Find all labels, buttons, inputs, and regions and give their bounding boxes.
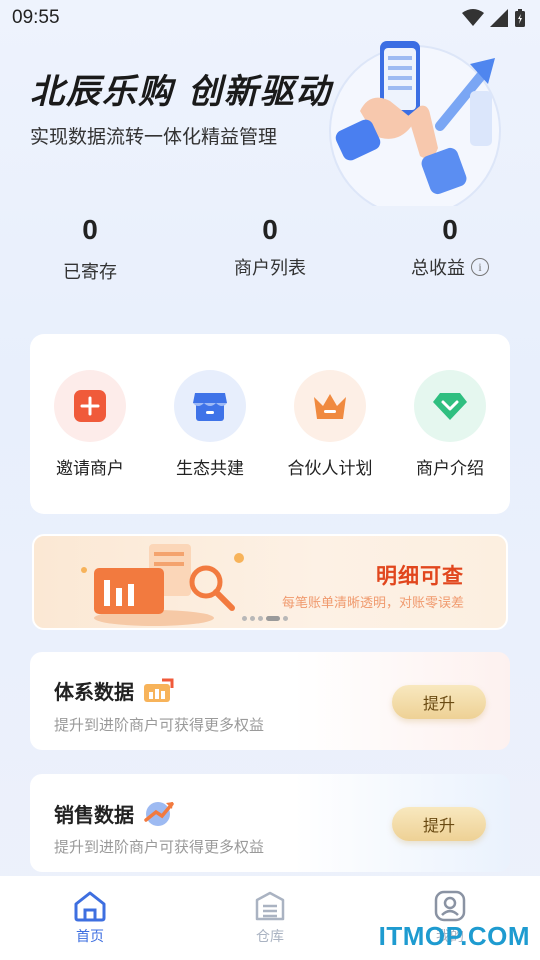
phone-hand-illustration [329,41,501,206]
promo-subtitle: 提升到进阶商户可获得更多权益 [54,716,265,734]
upgrade-button[interactable]: 提升 [392,807,486,841]
menu-item-invite-merchant[interactable]: 邀请商户 [40,370,140,479]
menu-label: 邀请商户 [56,459,124,479]
carousel-dot [283,616,288,621]
stat-stored[interactable]: 0 已寄存 [30,214,150,284]
banner-subtitle: 每笔账单清晰透明，对账零误差 [281,596,464,611]
promo-subtitle: 提升到进阶商户可获得更多权益 [54,838,265,856]
promo-title: 销售数据 [54,802,134,827]
stat-merchant-list[interactable]: 0 商户列表 [210,214,330,280]
plus-icon [74,390,106,422]
trend-badge-icon [144,802,174,826]
crown-icon [314,394,346,419]
hero-title: 北辰乐购 创新驱动 [30,72,332,112]
status-icons [462,8,526,28]
wifi-icon [462,9,484,26]
banner-title: 明细可查 [376,564,464,588]
report-illustration [81,544,244,626]
stat-label: 总收益 [411,258,465,279]
promo-banner[interactable]: 明细可查 每笔账单清晰透明，对账零误差 [32,534,508,630]
warehouse-icon [255,891,285,921]
promo-card-system-data: 体系数据 提升到进阶商户可获得更多权益 提升 [30,652,510,750]
shop-icon [193,393,227,421]
carousel-dot-active [266,616,280,621]
signal-icon [490,9,508,27]
home-icon [74,891,106,922]
stat-value: 0 [82,214,98,245]
menu-label: 商户介绍 [416,459,484,479]
hero-subtitle: 实现数据流转一体化精益管理 [30,126,278,148]
status-time: 09:55 [12,7,60,28]
chart-badge-icon [144,678,174,702]
menu-icon-bg [294,370,366,442]
stat-value: 0 [442,214,458,245]
tab-label: 仓库 [256,929,284,945]
menu-label: 生态共建 [176,459,244,479]
carousel-indicator [242,616,288,621]
hero-section: 北辰乐购 创新驱动 实现数据流转一体化精益管理 [0,36,540,206]
promo-title: 体系数据 [54,680,134,704]
stats-row: 0 已寄存 0 商户列表 0 总收益 i [0,214,540,294]
tab-warehouse[interactable]: 仓库 [180,876,360,960]
menu-item-ecosystem[interactable]: 生态共建 [160,370,260,479]
stat-label: 商户列表 [234,258,306,279]
stat-label: 已寄存 [63,262,117,283]
menu-icon-bg [174,370,246,442]
profile-icon [434,890,466,922]
upgrade-button[interactable]: 提升 [392,685,486,719]
carousel-dot [250,616,255,621]
menu-icon-bg [54,370,126,442]
menu-item-merchant-intro[interactable]: 商户介绍 [400,370,500,479]
carousel-dot [242,616,247,621]
promo-title-row: 销售数据 [54,798,176,828]
tab-label: 首页 [76,929,104,945]
watermark: ITMOP.COM [378,921,530,951]
diamond-icon [433,393,467,420]
stat-total-income[interactable]: 0 总收益 i [390,214,510,280]
quick-menu-card: 邀请商户 生态共建 合伙人计划 商户介绍 [30,334,510,514]
menu-icon-bg [414,370,486,442]
status-bar: 09:55 [0,0,540,36]
info-icon[interactable]: i [471,258,489,276]
stat-value: 0 [262,214,278,245]
promo-title-row: 体系数据 [54,676,174,705]
battery-icon [515,9,525,27]
tab-home[interactable]: 首页 [0,876,180,960]
menu-label: 合伙人计划 [287,459,373,479]
menu-item-partner-plan[interactable]: 合伙人计划 [280,370,380,479]
promo-card-sales-data: 销售数据 提升到进阶商户可获得更多权益 提升 [30,774,510,872]
carousel-dot [258,616,263,621]
